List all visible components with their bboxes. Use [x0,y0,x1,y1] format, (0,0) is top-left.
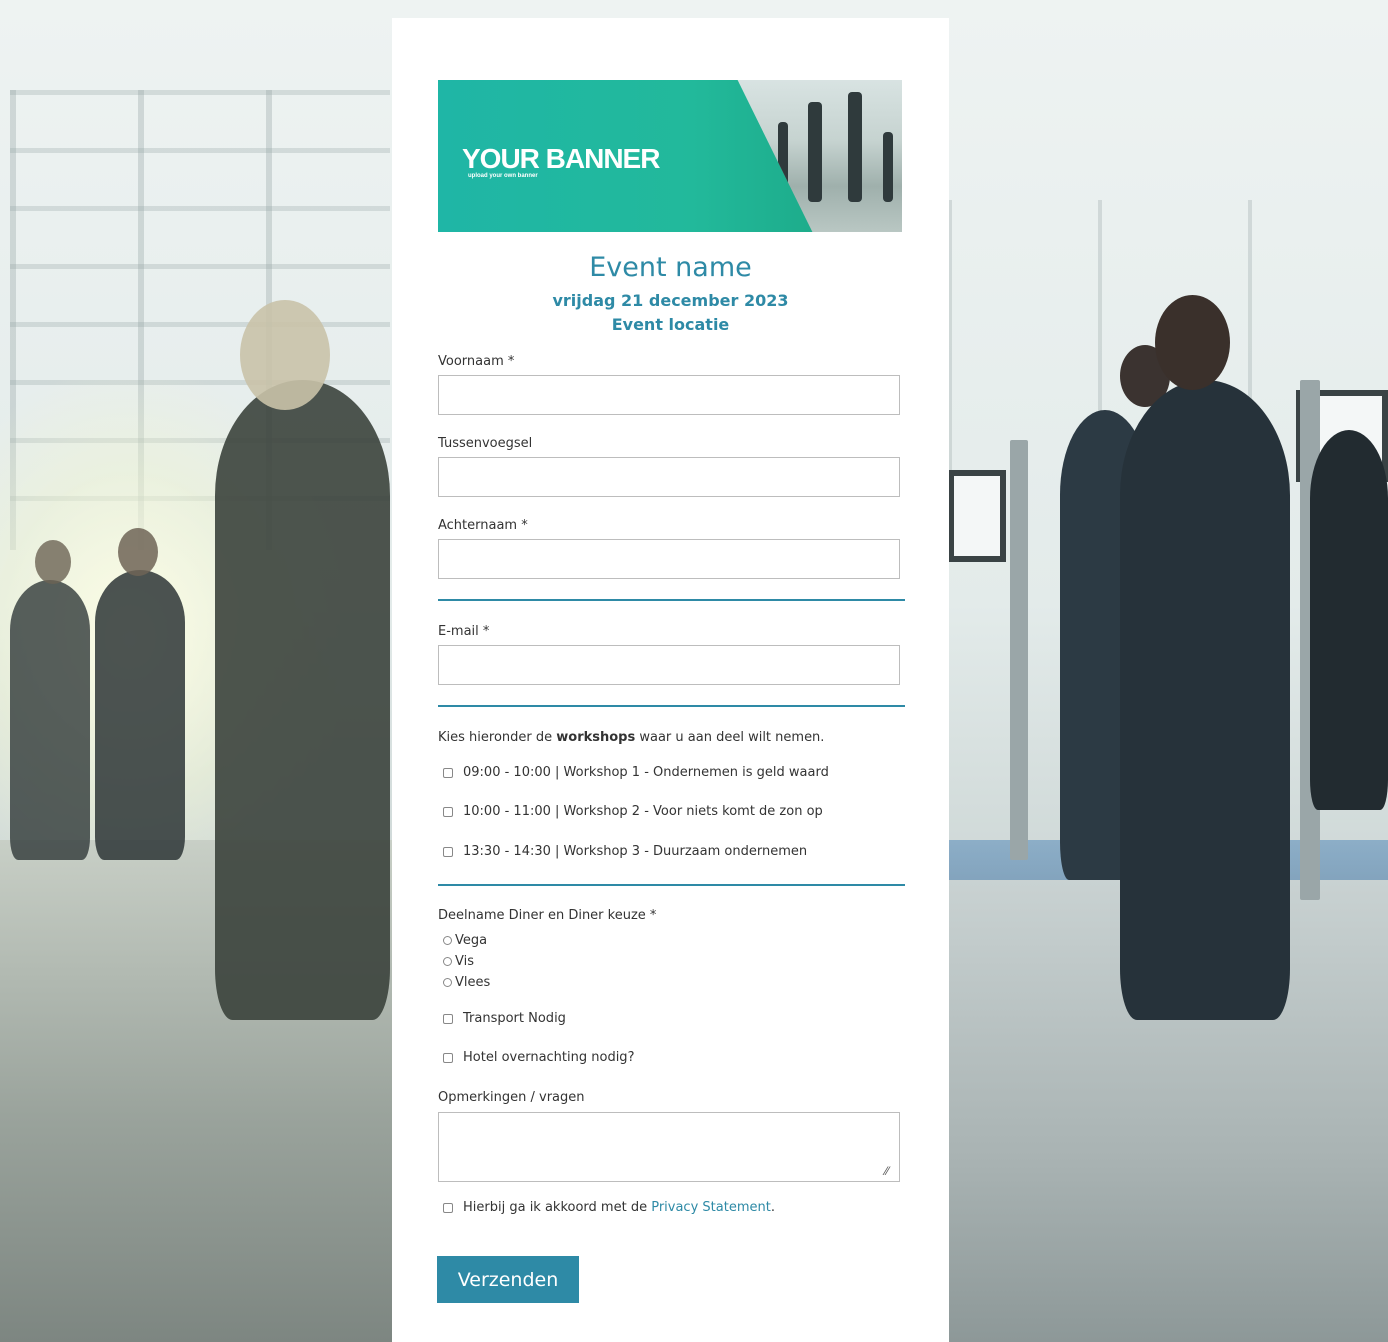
hotel-label: Hotel overnachting nodig? [463,1050,635,1065]
radio-icon[interactable] [443,957,452,966]
workshops-intro: Kies hieronder de workshops waar u aan d… [438,730,824,745]
diner-option-vega[interactable]: Vega [438,933,487,948]
registration-form-card: YOUR BANNER upload your own banner Event… [392,18,949,1342]
background-person-head [240,300,330,410]
transport-option[interactable]: Transport Nodig [438,1011,566,1026]
banner-subtitle: upload your own banner [468,173,538,179]
background-person [95,570,185,860]
privacy-statement-link[interactable]: Privacy Statement [651,1200,771,1215]
resize-handle-icon[interactable]: ⁄⁄ [885,1164,889,1178]
diner-option-label: Vis [455,954,474,969]
background-booth-pole [1010,440,1028,860]
checkbox-icon[interactable] [443,806,453,817]
banner-photo-figure [883,132,893,202]
opmerkingen-textarea[interactable] [438,1112,900,1182]
event-location: Event locatie [611,315,730,334]
banner-photo-figure [778,122,788,202]
radio-icon[interactable] [443,978,452,987]
diner-option-label: Vlees [455,975,491,990]
section-divider [438,705,905,707]
tussenvoegsel-input[interactable] [438,457,900,497]
banner-photo-figure [808,102,822,202]
background-person-head [35,540,71,584]
workshop-option-label: 10:00 - 11:00 | Workshop 2 - Voor niets … [463,804,823,819]
radio-icon[interactable] [443,936,452,945]
background-person-head [118,528,158,576]
background-person [1120,380,1290,1020]
background-person [1310,430,1388,810]
workshops-intro-before: Kies hieronder de [438,730,557,745]
tussenvoegsel-label: Tussenvoegsel [438,436,533,451]
background-person [215,380,390,1020]
privacy-text-after: . [770,1200,775,1215]
achternaam-label: Achternaam * [438,518,528,533]
background-person-head [1155,295,1230,390]
privacy-text-before: Hierbij ga ik akkoord met de [463,1200,652,1215]
section-divider [438,884,905,886]
submit-button[interactable]: Verzenden [437,1256,579,1303]
workshop-option-label: 09:00 - 10:00 | Workshop 1 - Ondernemen … [463,765,829,780]
workshop-option-2[interactable]: 10:00 - 11:00 | Workshop 2 - Voor niets … [438,804,823,819]
background-monitor [948,470,1006,562]
checkbox-icon[interactable] [443,1052,453,1063]
email-label: E-mail * [438,624,490,639]
workshop-option-label: 13:30 - 14:30 | Workshop 3 - Duurzaam on… [463,844,808,859]
event-banner: YOUR BANNER upload your own banner [438,80,902,232]
banner-photo [737,80,902,232]
achternaam-input[interactable] [438,539,900,579]
checkbox-icon[interactable] [443,1013,453,1024]
diner-option-vlees[interactable]: Vlees [438,975,490,990]
workshop-option-1[interactable]: 09:00 - 10:00 | Workshop 1 - Ondernemen … [438,765,829,780]
diner-option-vis[interactable]: Vis [438,954,474,969]
opmerkingen-label: Opmerkingen / vragen [438,1090,585,1105]
workshop-option-3[interactable]: 13:30 - 14:30 | Workshop 3 - Duurzaam on… [438,844,807,859]
checkbox-icon[interactable] [443,767,453,778]
event-name: Event name [589,252,752,283]
banner-title: YOUR BANNER [462,143,660,174]
privacy-option[interactable]: Hierbij ga ik akkoord met de Privacy Sta… [438,1200,775,1215]
banner-photo-figure [848,92,862,202]
email-input[interactable] [438,645,900,685]
checkbox-icon[interactable] [443,1202,453,1213]
checkbox-icon[interactable] [443,846,453,857]
diner-option-label: Vega [455,933,488,948]
event-date: vrijdag 21 december 2023 [552,291,789,310]
diner-label: Deelname Diner en Diner keuze * [438,908,657,923]
privacy-label: Hierbij ga ik akkoord met de Privacy Sta… [463,1200,775,1215]
workshops-intro-bold: workshops [556,730,636,745]
voornaam-input[interactable] [438,375,900,415]
voornaam-label: Voornaam * [438,354,515,369]
transport-label: Transport Nodig [463,1011,566,1026]
section-divider [438,599,905,601]
background-person [10,580,90,860]
hotel-option[interactable]: Hotel overnachting nodig? [438,1050,634,1065]
workshops-intro-after: waar u aan deel wilt nemen. [635,730,825,745]
